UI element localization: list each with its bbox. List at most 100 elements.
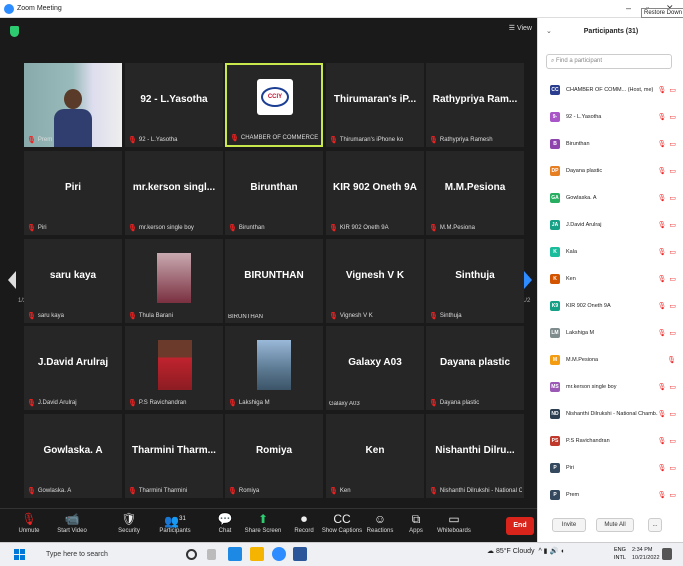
mute-all-button[interactable]: Mute All: [596, 518, 634, 532]
video-tile[interactable]: 🎙 Thula Barani: [125, 239, 223, 323]
tile-name: Rathypriya Ram...: [432, 94, 518, 105]
task-view-icon[interactable]: [207, 549, 216, 560]
video-tile[interactable]: Thirumaran's iP... 🎙 Thirumaran's iPhone k…: [326, 63, 424, 147]
video-tile[interactable]: saru kaya 🎙 saru kaya: [24, 239, 122, 323]
participant-name: KIR 902 Oneth 9A: [566, 302, 611, 309]
muted-mic-icon: 🎙: [27, 137, 36, 144]
participant-item[interactable]: K Ken 🎙 ▭: [538, 265, 683, 292]
zoom-taskbar-icon[interactable]: [272, 547, 286, 561]
muted-mic-icon: 🎙: [27, 225, 36, 232]
video-tile[interactable]: Vignesh V K 🎙 Vignesh V K: [326, 239, 424, 323]
tile-label: 🎙 Birunthan: [228, 224, 321, 232]
video-tile[interactable]: Dayana plastic 🎙 Dayana plastic: [426, 326, 524, 410]
end-meeting-button[interactable]: End: [506, 517, 534, 535]
video-tile[interactable]: Sinthuja 🎙 Sinthuja: [426, 239, 524, 323]
video-tile[interactable]: Gowlaska. A 🎙 Gowlaska. A: [24, 414, 122, 498]
tile-label-text: J.David Arulraj: [37, 400, 77, 406]
video-tile[interactable]: Romiya 🎙 Romiya: [225, 414, 323, 498]
toolbar-label: Share Screen: [244, 528, 282, 534]
muted-status-icon: 🎙 ▭: [657, 464, 676, 472]
muted-mic-icon: 🎙: [429, 137, 438, 144]
video-tile[interactable]: CCIY 🎙CHAMBER OF COMMERCE AND I...: [225, 63, 323, 147]
muted-mic-icon: 🎙: [128, 137, 137, 144]
tile-name: J.David Arulraj: [37, 357, 109, 368]
participant-item[interactable]: B Birunthan 🎙 ▭: [538, 130, 683, 157]
tile-label: 🎙 Thirumaran's iPhone ko: [329, 136, 422, 144]
language-indicator[interactable]: ENG INTL: [614, 546, 626, 562]
video-tile[interactable]: Birunthan 🎙 Birunthan: [225, 151, 323, 235]
word-icon[interactable]: [293, 547, 307, 561]
notifications-icon[interactable]: [662, 548, 672, 560]
toolbar-participants-button[interactable]: 👥31 Participants: [151, 511, 199, 534]
muted-mic-icon: 🎙: [128, 488, 137, 495]
tile-label-text: Romiya: [238, 488, 260, 494]
video-tile[interactable]: KIR 902 Oneth 9A 🎙 KIR 902 Oneth 9A: [326, 151, 424, 235]
video-tile[interactable]: Ken 🎙 Ken: [326, 414, 424, 498]
zoom-logo-icon: [4, 4, 14, 14]
video-tile[interactable]: J.David Arulraj 🎙 J.David Arulraj: [24, 326, 122, 410]
view-button[interactable]: ☰ View: [509, 24, 532, 32]
next-page-arrow-icon[interactable]: [524, 271, 532, 289]
participant-item[interactable]: JA J.David Arulraj 🎙 ▭: [538, 211, 683, 238]
participant-item[interactable]: DP Dayana plastic 🎙 ▭: [538, 157, 683, 184]
participant-item[interactable]: PS P.S Ravichandran 🎙 ▭: [538, 427, 683, 454]
taskbar-search-box[interactable]: Type here to search: [34, 547, 174, 563]
invite-button[interactable]: Invite: [552, 518, 586, 532]
video-tile[interactable]: mr.kerson singl... 🎙 mr.kerson single boy: [125, 151, 223, 235]
muted-mic-icon: 🎙: [228, 488, 237, 495]
participant-avatar: MS: [550, 381, 560, 392]
video-tile[interactable]: Nishanthi Dilru... 🎙 Nishanthi Dilrukshi -…: [426, 414, 524, 498]
toolbar-whiteboards-button[interactable]: ▭ Whiteboards: [430, 511, 478, 534]
more-options-button[interactable]: ...: [648, 518, 662, 532]
tile-label: 🎙 Vignesh V K: [329, 312, 422, 320]
prev-page-arrow-icon[interactable]: [8, 271, 16, 289]
taskbar-clock[interactable]: 2:34 PM 10/21/2022: [632, 546, 660, 562]
participant-item[interactable]: GA Gowlaska. A 🎙 ▭: [538, 184, 683, 211]
unmute-icon: 🎙: [21, 512, 37, 526]
tile-label: 🎙 Sinthuja: [429, 312, 522, 320]
participant-item[interactable]: MS mr.kerson single boy 🎙 ▭: [538, 373, 683, 400]
participant-item[interactable]: ND Nishanthi Dilrukshi - National Chamb..…: [538, 400, 683, 427]
muted-mic-icon: 🎙: [228, 400, 237, 407]
video-tile[interactable]: Piri 🎙 Piri: [24, 151, 122, 235]
cortana-icon[interactable]: [186, 549, 197, 560]
toolbar-security-button[interactable]: 🛡 Security: [105, 511, 153, 534]
video-tile[interactable]: 🎙 Prem: [24, 63, 122, 147]
minimize-button[interactable]: –: [626, 3, 631, 13]
participant-item[interactable]: LM Lakshiga M 🎙 ▭: [538, 319, 683, 346]
security-shield-icon[interactable]: [10, 26, 19, 37]
file-explorer-icon[interactable]: [250, 547, 264, 561]
toolbar-start-video-button[interactable]: 📹 Start Video: [48, 511, 96, 534]
video-tile[interactable]: BIRUNTHAN BIRUNTHAN: [225, 239, 323, 323]
tile-label: 🎙Nishanthi Dilrukshi - National Cha...: [429, 487, 522, 495]
participant-item[interactable]: P Piri 🎙 ▭: [538, 454, 683, 481]
video-tile[interactable]: 92 - L.Yasotha 🎙 92 - L.Yasotha: [125, 63, 223, 147]
video-tile[interactable]: 🎙 P.S Ravichandran: [125, 326, 223, 410]
muted-status-icon: 🎙 ▭: [657, 140, 676, 148]
tile-label: 🎙 Tharmini Tharmini: [128, 487, 221, 495]
participant-item[interactable]: M M.M.Pesiona 🎙: [538, 346, 683, 373]
participant-name: Piri: [566, 464, 574, 471]
tile-label-text: Birunthan: [238, 225, 265, 231]
toolbar-unmute-button[interactable]: 🎙 Unmute: [5, 511, 53, 534]
tile-label-text: Lakshiga M: [238, 400, 270, 406]
windows-start-icon[interactable]: [14, 549, 25, 560]
video-tile[interactable]: 🎙 Lakshiga M: [225, 326, 323, 410]
participant-item[interactable]: K9 KIR 902 Oneth 9A 🎙 ▭: [538, 292, 683, 319]
video-tile[interactable]: Galaxy A03 Galaxy A03: [326, 326, 424, 410]
muted-status-icon: 🎙 ▭: [657, 221, 676, 229]
panel-footer: Invite Mute All ...: [538, 518, 683, 542]
video-tile[interactable]: Rathypriya Ram... 🎙 Rathypriya Ramesh: [426, 63, 524, 147]
participant-item[interactable]: 9- 92 - L.Yasotha 🎙 ▭: [538, 103, 683, 130]
toolbar-label: Record: [294, 528, 314, 534]
toolbar-label: Chat: [218, 528, 232, 534]
video-tile[interactable]: M.M.Pesiona 🎙 M.M.Pesiona: [426, 151, 524, 235]
tile-name: Thirumaran's iP...: [333, 94, 417, 105]
video-tile[interactable]: Tharmini Tharm... 🎙 Tharmini Tharmini: [125, 414, 223, 498]
participant-item[interactable]: K Kala 🎙 ▭: [538, 238, 683, 265]
tile-label: 🎙 Gowlaska. A: [27, 487, 120, 495]
participant-item[interactable]: CC CHAMBER OF COMM... (Host, me) 🎙 ▭: [538, 76, 683, 103]
participant-item[interactable]: P Prem 🎙 ▭: [538, 481, 683, 508]
participant-search-input[interactable]: ⌕ Find a participant: [546, 54, 672, 69]
edge-icon[interactable]: [228, 547, 242, 561]
